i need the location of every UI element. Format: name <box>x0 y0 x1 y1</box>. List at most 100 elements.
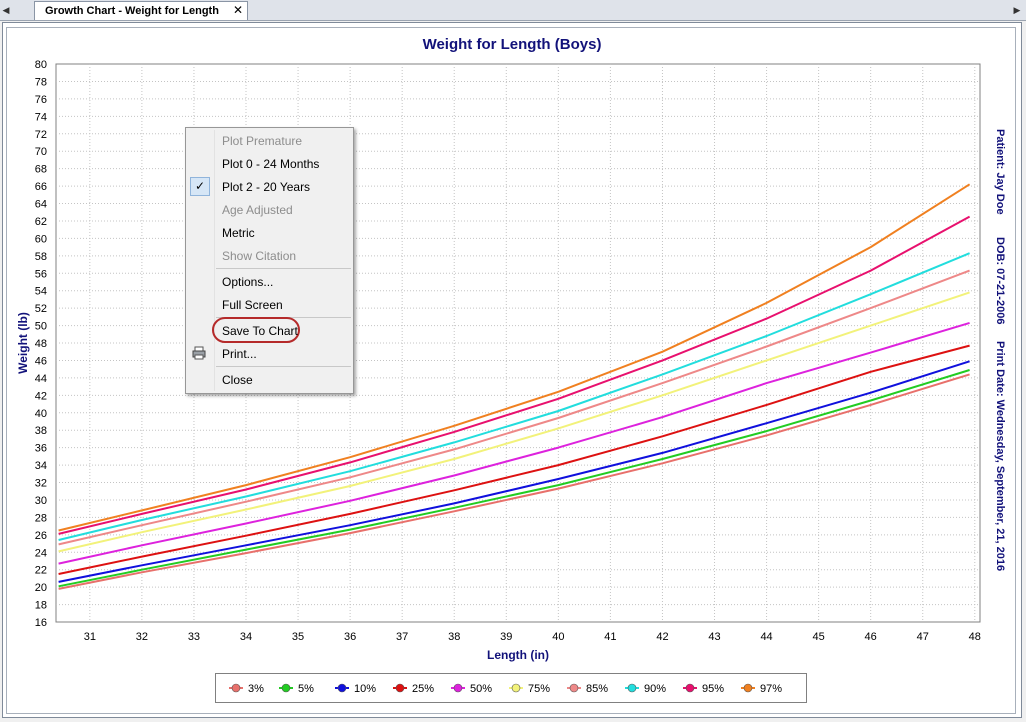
menu-item-label: Save To Chart <box>222 324 298 338</box>
legend-label: 3% <box>248 683 264 695</box>
y-tick-label: 48 <box>35 338 47 350</box>
menu-item-label: Options... <box>222 275 274 289</box>
x-tick-label: 44 <box>760 631 772 643</box>
growth-chart: Weight for Length (Boys) 16 18 20 22 24 26 28 3… <box>16 36 1006 662</box>
menu-item-label: Close <box>222 373 253 387</box>
y-tick-label: 54 <box>35 286 47 298</box>
legend-item: 95% <box>683 683 724 695</box>
menu-item-plot-2-20-years[interactable]: ✓ Plot 2 - 20 Years <box>188 176 351 198</box>
menu-item-close[interactable]: Close <box>188 369 351 391</box>
y-tick-label: 62 <box>35 216 47 228</box>
y-tick-label: 70 <box>35 146 47 158</box>
legend-marker <box>231 683 241 693</box>
legend-label: 25% <box>412 683 434 695</box>
menu-item-label: Plot 2 - 20 Years <box>222 180 311 194</box>
legend-label: 5% <box>298 683 314 695</box>
y-tick-label: 34 <box>35 460 47 472</box>
y-tick-label: 42 <box>35 390 47 402</box>
legend-item: 85% <box>567 683 608 695</box>
x-axis-label: Length (in) <box>487 648 549 662</box>
menu-item-age-adjusted[interactable]: Age Adjusted <box>188 199 351 221</box>
x-tick-label: 39 <box>500 631 512 643</box>
y-tick-label: 24 <box>35 547 47 559</box>
y-tick-label: 76 <box>35 94 47 106</box>
chart-title: Weight for Length (Boys) <box>423 36 602 53</box>
y-tick-label: 16 <box>35 617 47 629</box>
y-tick-label: 46 <box>35 355 47 367</box>
x-tick-label: 47 <box>917 631 929 643</box>
x-tick-label: 40 <box>552 631 564 643</box>
x-tick-label: 42 <box>656 631 668 643</box>
y-tick-label: 72 <box>35 129 47 141</box>
y-tick-label: 26 <box>35 530 47 542</box>
legend-item: 5% <box>279 683 314 695</box>
legend-label: 90% <box>644 683 666 695</box>
context-menu: Plot Premature Plot 0 - 24 Months ✓ Plot… <box>185 127 354 394</box>
x-tick-label: 48 <box>969 631 981 643</box>
legend-item: 3% <box>229 683 264 695</box>
menu-separator <box>216 366 351 367</box>
x-tick-label: 45 <box>813 631 825 643</box>
y-tick-label: 18 <box>35 600 47 612</box>
legend-item: 10% <box>335 683 376 695</box>
x-tick-label: 43 <box>708 631 720 643</box>
legend-marker <box>395 683 405 693</box>
y-tick-label: 50 <box>35 321 47 333</box>
y-tick-label: 74 <box>35 111 47 123</box>
y-tick-label: 58 <box>35 251 47 263</box>
legend-label: 50% <box>470 683 492 695</box>
y-tick-label: 44 <box>35 373 47 385</box>
menu-item-label: Show Citation <box>222 249 297 263</box>
y-tick-label: 32 <box>35 478 47 490</box>
x-tick-label: 46 <box>865 631 877 643</box>
menu-item-plot-premature[interactable]: Plot Premature <box>188 130 351 152</box>
menu-item-label: Plot Premature <box>222 134 303 148</box>
y-tick-label: 38 <box>35 425 47 437</box>
menu-item-print[interactable]: Print... <box>188 343 351 365</box>
legend-marker <box>569 683 579 693</box>
legend-label: 75% <box>528 683 550 695</box>
x-tick-label: 41 <box>604 631 616 643</box>
legend-label: 85% <box>586 683 608 695</box>
y-axis-label: Weight (lb) <box>16 312 30 374</box>
y-tick-label: 20 <box>35 582 47 594</box>
legend-marker <box>685 683 695 693</box>
menu-item-show-citation[interactable]: Show Citation <box>188 245 351 267</box>
legend-item: 97% <box>741 683 782 695</box>
legend-item: 75% <box>509 683 550 695</box>
x-tick-label: 33 <box>188 631 200 643</box>
y-tick-label: 56 <box>35 268 47 280</box>
y-tick-label: 60 <box>35 233 47 245</box>
menu-separator <box>216 268 351 269</box>
legend-label: 97% <box>760 683 782 695</box>
legend-label: 10% <box>354 683 376 695</box>
chart-legend: 3% 5% 10% 25% 50% 75% 85% 90% 95% 97% <box>215 673 807 703</box>
legend-items: 3% 5% 10% 25% 50% 75% 85% 90% 95% 97% <box>229 683 782 695</box>
x-tick-label: 37 <box>396 631 408 643</box>
legend-marker <box>453 683 463 693</box>
menu-item-plot-0-24-months[interactable]: Plot 0 - 24 Months <box>188 153 351 175</box>
menu-item-metric[interactable]: Metric <box>188 222 351 244</box>
menu-item-options[interactable]: Options... <box>188 271 351 293</box>
legend-item: 50% <box>451 683 492 695</box>
y-tick-label: 66 <box>35 181 47 193</box>
menu-item-label: Metric <box>222 226 255 240</box>
x-tick-label: 32 <box>136 631 148 643</box>
x-tick-label: 36 <box>344 631 356 643</box>
menu-item-full-screen[interactable]: Full Screen <box>188 294 351 316</box>
date-of-birth: DOB: 07-21-2006 <box>994 237 1006 324</box>
x-tick-labels: 31 32 33 34 35 36 37 38 39 40 41 42 43 44 45 46 47 48 <box>84 631 981 643</box>
menu-item-save-to-chart[interactable]: Save To Chart <box>188 317 351 343</box>
y-tick-labels: 16 18 20 22 24 26 28 30 32 34 36 38 40 42 44 46 48 50 52 54… <box>35 59 47 629</box>
print-date: Print Date: Wednesday, September, 21, 20… <box>994 341 1006 571</box>
legend-marker <box>743 683 753 693</box>
printer-icon <box>192 346 206 360</box>
legend-marker <box>337 683 347 693</box>
x-tick-label: 38 <box>448 631 460 643</box>
x-tick-label: 34 <box>240 631 252 643</box>
legend-marker <box>627 683 637 693</box>
y-tick-label: 28 <box>35 512 47 524</box>
legend-label: 95% <box>702 683 724 695</box>
checkmark-icon: ✓ <box>190 177 210 196</box>
legend-item: 25% <box>393 683 434 695</box>
